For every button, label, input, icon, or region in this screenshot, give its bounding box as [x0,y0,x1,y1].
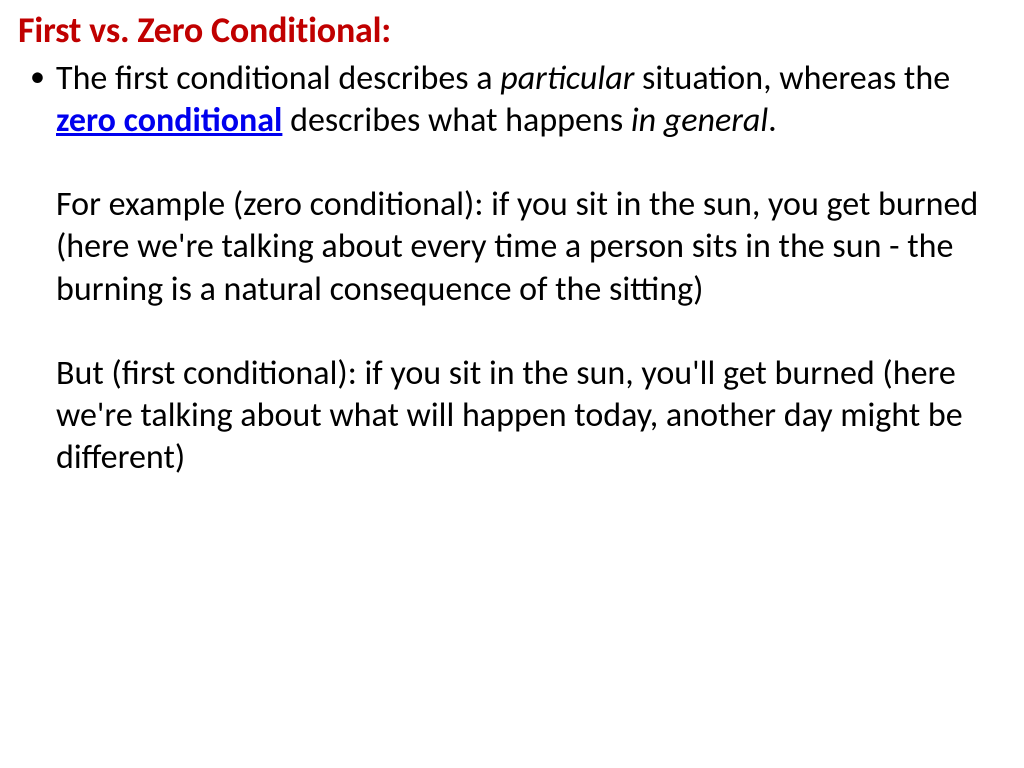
para1-text3: describes what happens [282,100,630,141]
bullet-item: The first conditional describes a partic… [56,58,1006,479]
content-list: The first conditional describes a partic… [18,58,1006,479]
para1-text1: The first conditional describes a [56,58,500,99]
zero-conditional-link[interactable]: zero conditional [56,100,282,141]
page-heading: First vs. Zero Conditional: [18,8,1006,52]
para1-text2: situation, whereas the [634,58,950,99]
para1-italic2: in general [631,100,768,141]
para1-italic1: particular [500,58,634,99]
para3-text: But (first conditional): if you sit in t… [56,353,963,478]
para1-text4: . [768,100,777,141]
paragraph-gap [56,311,1006,353]
para2-text: For example (zero conditional): if you s… [56,184,978,309]
paragraph-gap [56,142,1006,184]
